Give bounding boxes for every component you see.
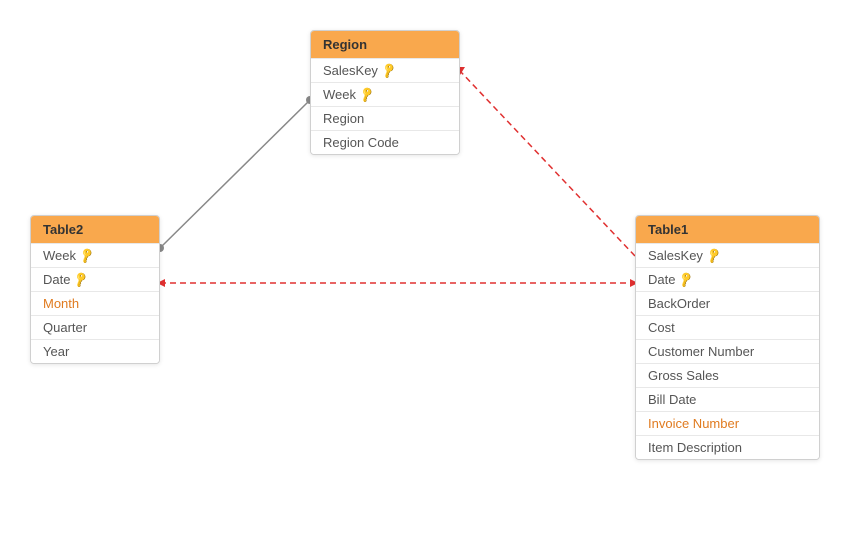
key-icon: 🔑 [72, 270, 90, 288]
itemdescription-label: Item Description [648, 440, 742, 455]
saleskey-label: SalesKey [323, 63, 378, 78]
table2-header: Table2 [31, 216, 159, 243]
date-label: Date [43, 272, 70, 287]
table2-title: Table2 [43, 222, 83, 237]
regioncode-label: Region Code [323, 135, 399, 150]
dashed-connection-saleskey [460, 71, 635, 256]
region-label: Region [323, 111, 364, 126]
grosssales-label: Gross Sales [648, 368, 719, 383]
table2-body: Week 🔑 Date 🔑 Month Quarter Year [31, 243, 159, 363]
table-row: Date 🔑 [636, 267, 819, 291]
key-icon: 🔑 [380, 61, 398, 79]
table-row: Month [31, 291, 159, 315]
week-label: Week [43, 248, 76, 263]
customernumber-label: Customer Number [648, 344, 754, 359]
table-row: Gross Sales [636, 363, 819, 387]
table2-card: Table2 Week 🔑 Date 🔑 Month Quarter Year [30, 215, 160, 364]
table-row: Item Description [636, 435, 819, 459]
table-row: Bill Date [636, 387, 819, 411]
quarter-label: Quarter [43, 320, 87, 335]
diagram-canvas: Region SalesKey 🔑 Week 🔑 Region Region C… [0, 0, 858, 535]
table-row: SalesKey 🔑 [636, 243, 819, 267]
table-row: Region [311, 106, 459, 130]
region-table-body: SalesKey 🔑 Week 🔑 Region Region Code [311, 58, 459, 154]
table1-card: Table1 SalesKey 🔑 Date 🔑 BackOrder Cost … [635, 215, 820, 460]
invoicenumber-label: Invoice Number [648, 416, 739, 431]
table-row: Customer Number [636, 339, 819, 363]
year-label: Year [43, 344, 69, 359]
month-label: Month [43, 296, 79, 311]
saleskey-label: SalesKey [648, 248, 703, 263]
table-row: Date 🔑 [31, 267, 159, 291]
billdate-label: Bill Date [648, 392, 696, 407]
region-title: Region [323, 37, 367, 52]
solid-connection-week [160, 100, 310, 248]
table-row: BackOrder [636, 291, 819, 315]
table-row: Quarter [31, 315, 159, 339]
table-row: Year [31, 339, 159, 363]
table-row: SalesKey 🔑 [311, 58, 459, 82]
table-row: Week 🔑 [311, 82, 459, 106]
key-icon: 🔑 [358, 85, 376, 103]
date-label: Date [648, 272, 675, 287]
week-label: Week [323, 87, 356, 102]
table-row: Week 🔑 [31, 243, 159, 267]
region-table: Region SalesKey 🔑 Week 🔑 Region Region C… [310, 30, 460, 155]
table-row: Region Code [311, 130, 459, 154]
cost-label: Cost [648, 320, 675, 335]
table-row: Cost [636, 315, 819, 339]
table1-body: SalesKey 🔑 Date 🔑 BackOrder Cost Custome… [636, 243, 819, 459]
table1-header: Table1 [636, 216, 819, 243]
key-icon: 🔑 [705, 246, 723, 264]
backorder-label: BackOrder [648, 296, 710, 311]
region-table-header: Region [311, 31, 459, 58]
table-row: Invoice Number [636, 411, 819, 435]
table1-title: Table1 [648, 222, 688, 237]
key-icon: 🔑 [78, 246, 96, 264]
key-icon: 🔑 [677, 270, 695, 288]
